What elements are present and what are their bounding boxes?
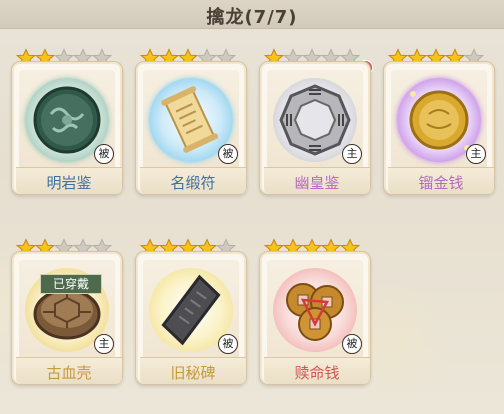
item-name: 明岩鉴 — [46, 174, 92, 192]
item-name: 古血壳 — [46, 364, 92, 382]
item-card-mingduanfu[interactable]: 被 名缎符 — [136, 48, 248, 196]
item-card-jiumibei[interactable]: 被 旧秘碑 — [136, 238, 248, 386]
active-tag: 主 — [342, 144, 362, 164]
card-frame: 被 旧秘碑 — [138, 254, 246, 384]
passive-tag: 被 — [218, 144, 238, 164]
passive-tag: 被 — [218, 334, 238, 354]
passive-tag: 被 — [342, 334, 362, 354]
title-bar: 擒龙(7/7) — [0, 0, 504, 29]
active-tag: 主 — [466, 144, 486, 164]
item-card-guxueke[interactable]: 已穿戴 主 古血壳 — [12, 238, 124, 386]
item-card-mingyanjian[interactable]: 被 明岩鉴 — [12, 48, 124, 196]
active-tag: 主 — [94, 334, 114, 354]
card-frame: 被 名缎符 — [138, 64, 246, 194]
page-title: 擒龙(7/7) — [206, 7, 298, 28]
card-frame: 被 赎命钱 — [262, 254, 370, 384]
item-name: 幽皇鉴 — [294, 174, 340, 192]
item-name: 镏金钱 — [418, 174, 464, 192]
item-card-shumingqian[interactable]: 被 赎命钱 — [260, 238, 372, 386]
item-name: 名缎符 — [170, 174, 216, 192]
card-frame: 被 明岩鉴 — [14, 64, 122, 194]
equipped-badge: 已穿戴 — [40, 274, 102, 294]
card-frame: 主 幽皇鉴 — [262, 64, 370, 194]
item-card-youhuangjian[interactable]: 主 幽皇鉴 — [260, 48, 373, 196]
item-card-liujinqian[interactable]: 主 镏金钱 — [384, 48, 496, 196]
card-frame: 已穿戴 主 古血壳 — [14, 254, 122, 384]
card-frame: 主 镏金钱 — [386, 64, 494, 194]
item-name: 赎命钱 — [294, 364, 340, 382]
passive-tag: 被 — [94, 144, 114, 164]
item-name: 旧秘碑 — [170, 364, 216, 382]
